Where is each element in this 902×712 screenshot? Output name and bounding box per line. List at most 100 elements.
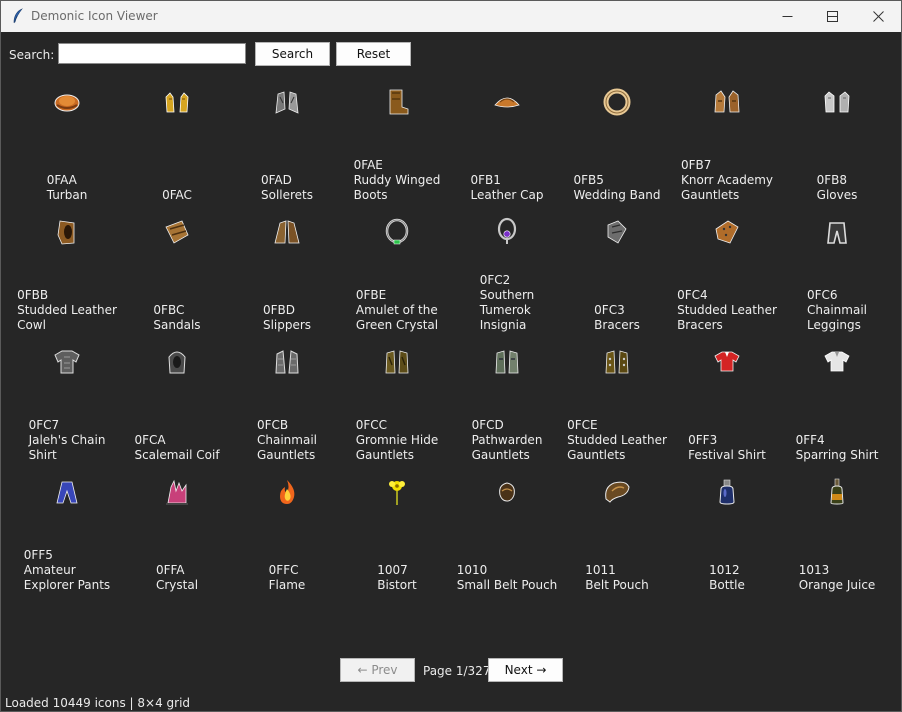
- next-page-button[interactable]: Next →: [488, 658, 563, 682]
- icon-caption: 1012 Bottle: [709, 563, 745, 592]
- icon-label: 0FC7 Jaleh's Chain Shirt: [12, 418, 122, 463]
- icon-label: 0FBD Slippers: [232, 303, 342, 333]
- icon-caption: 0FFA Crystal: [155, 563, 199, 592]
- amulet-icon: [385, 218, 409, 245]
- icon-caption: 0FAD Sollerets: [260, 173, 314, 202]
- leather-bracers-icon: [715, 220, 739, 244]
- icon-label: 0FC4 Studded Leather Bracers: [672, 288, 782, 333]
- icon-cell[interactable]: 0FBC Sandals: [122, 203, 232, 333]
- flame-icon: [280, 480, 295, 504]
- window-title: Demonic Icon Viewer: [31, 9, 158, 23]
- icon-label: 0FFA Crystal: [122, 563, 232, 593]
- icon-cell[interactable]: 0FF4 Sparring Shirt: [782, 333, 892, 463]
- prev-page-button[interactable]: ← Prev: [340, 658, 415, 682]
- close-button[interactable]: [855, 1, 901, 32]
- leggings-icon: [827, 222, 847, 244]
- icon-cell[interactable]: 0FBE Amulet of the Green Crystal: [342, 203, 452, 333]
- icon-label: 0FCE Studded Leather Gauntlets: [562, 418, 672, 463]
- icon-cell[interactable]: 0FC4 Studded Leather Bracers: [672, 203, 782, 333]
- chain-shirt-icon: [54, 350, 80, 374]
- icon-cell[interactable]: 0FCE Studded Leather Gauntlets: [562, 333, 672, 463]
- search-button[interactable]: Search: [255, 42, 330, 66]
- minimize-button-real[interactable]: [764, 1, 810, 32]
- icon-label: 0FAA Turban: [12, 173, 122, 203]
- icon-label: 0FC6 Chainmail Leggings: [782, 288, 892, 333]
- gloves-gold-icon: [165, 92, 189, 113]
- icon-label: 0FF4 Sparring Shirt: [782, 433, 892, 463]
- icon-cell[interactable]: 0FC6 Chainmail Leggings: [782, 203, 892, 333]
- icon-caption: 0FCA Scalemail Coif: [134, 433, 220, 462]
- icon-cell[interactable]: 1007 Bistort: [342, 463, 452, 593]
- slippers-icon: [274, 220, 300, 244]
- icon-label: 0FB1 Leather Cap: [452, 173, 562, 203]
- sparring-shirt-icon: [824, 351, 850, 372]
- icon-caption: 1007 Bistort: [377, 563, 417, 592]
- icon-cell[interactable]: 1010 Small Belt Pouch: [452, 463, 562, 593]
- icon-cell[interactable]: 1012 Bottle: [672, 463, 782, 593]
- icon-label: 1010 Small Belt Pouch: [452, 563, 562, 593]
- icon-cell[interactable]: 0FFA Crystal: [122, 463, 232, 593]
- icon-label: 0FAC: [122, 184, 232, 203]
- feather-icon: [13, 8, 23, 24]
- icon-cell[interactable]: 0FB1 Leather Cap: [452, 73, 562, 203]
- icon-caption: 0FAA Turban: [46, 173, 88, 202]
- crystal-icon: [166, 479, 188, 505]
- icon-cell[interactable]: 0FB7 Knorr Academy Gauntlets: [672, 73, 782, 203]
- search-input[interactable]: [58, 43, 246, 64]
- icon-caption: 0FBD Slippers: [262, 303, 312, 332]
- icon-cell[interactable]: 0FAE Ruddy Winged Boots: [342, 73, 452, 203]
- reset-button[interactable]: Reset: [336, 42, 411, 66]
- maximize-button[interactable]: [809, 1, 855, 32]
- icon-cell[interactable]: 0FBD Slippers: [232, 203, 342, 333]
- icon-caption: 1010 Small Belt Pouch: [456, 563, 558, 592]
- icon-cell[interactable]: 0FCB Chainmail Gauntlets: [232, 333, 342, 463]
- icon-cell[interactable]: 0FB5 Wedding Band: [562, 73, 672, 203]
- icon-cell[interactable]: 0FFC Flame: [232, 463, 342, 593]
- icon-caption: 0FCB Chainmail Gauntlets: [257, 418, 317, 462]
- icon-caption: 0FCE Studded Leather Gauntlets: [567, 418, 667, 462]
- icon-cell[interactable]: 0FB8 Gloves: [782, 73, 892, 203]
- ring-icon: [603, 88, 631, 116]
- icon-caption: 0FAE Ruddy Winged Boots: [353, 158, 441, 202]
- icon-cell[interactable]: 0FAC: [122, 73, 232, 203]
- icon-label: 0FCA Scalemail Coif: [122, 433, 232, 463]
- icon-cell[interactable]: 1013 Orange Juice: [782, 463, 892, 593]
- icon-cell[interactable]: 0FAD Sollerets: [232, 73, 342, 203]
- belt-pouch-icon: [605, 481, 630, 503]
- icon-cell[interactable]: 0FC3 Bracers: [562, 203, 672, 333]
- minimize-icon-real: [782, 16, 792, 17]
- icon-cell[interactable]: 0FCD Pathwarden Gauntlets: [452, 333, 562, 463]
- icon-cell[interactable]: 1011 Belt Pouch: [562, 463, 672, 593]
- sollerets-icon: [275, 91, 299, 114]
- festival-shirt-icon: [714, 351, 740, 372]
- icon-cell[interactable]: 0FCC Gromnie Hide Gauntlets: [342, 333, 452, 463]
- icon-cell[interactable]: 0FBB Studded Leather Cowl: [12, 203, 122, 333]
- icon-caption: 0FC3 Bracers: [594, 303, 640, 332]
- sandals-icon: [165, 220, 189, 244]
- icon-cell[interactable]: 0FC7 Jaleh's Chain Shirt: [12, 333, 122, 463]
- status-bar: Loaded 10449 icons | 8×4 grid: [5, 696, 191, 710]
- icon-label: 0FCC Gromnie Hide Gauntlets: [342, 418, 452, 463]
- icon-caption: 0FAC: [162, 188, 192, 202]
- icon-caption: 0FC7 Jaleh's Chain Shirt: [28, 418, 106, 462]
- pathwarden-gauntlets-icon: [495, 350, 519, 374]
- icon-cell[interactable]: 0FC2 Southern Tumerok Insignia: [452, 203, 562, 333]
- gauntlets-icon: [714, 90, 740, 113]
- icon-cell[interactable]: 0FCA Scalemail Coif: [122, 333, 232, 463]
- icon-cell[interactable]: 0FF5 Amateur Explorer Pants: [12, 463, 122, 593]
- bracers-icon: [607, 220, 627, 244]
- icon-caption: 0FBE Amulet of the Green Crystal: [355, 288, 439, 332]
- icon-caption: 0FF3 Festival Shirt: [688, 433, 766, 462]
- icon-caption: 0FCD Pathwarden Gauntlets: [471, 418, 543, 462]
- icon-cell[interactable]: 0FAA Turban: [12, 73, 122, 203]
- icon-caption: 0FB8 Gloves: [816, 173, 858, 202]
- leather-cap-icon: [494, 97, 520, 108]
- juice-bottle-icon: [830, 478, 844, 505]
- main-content: Search: Search Reset 0FAA Turban 0FAC 0FAD…: [1, 32, 901, 711]
- icon-label: 0FB7 Knorr Academy Gauntlets: [672, 158, 782, 203]
- icon-cell[interactable]: 0FF3 Festival Shirt: [672, 333, 782, 463]
- icon-caption: 0FBB Studded Leather Cowl: [17, 288, 117, 332]
- icon-caption: 0FC6 Chainmail Leggings: [807, 288, 867, 332]
- hide-gauntlets-icon: [385, 350, 409, 374]
- icon-label: 0FF3 Festival Shirt: [672, 433, 782, 463]
